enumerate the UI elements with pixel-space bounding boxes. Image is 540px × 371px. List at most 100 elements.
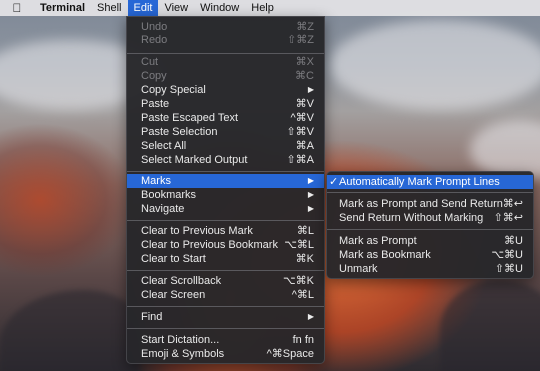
menu-item-copy-special[interactable]: Copy Special ▶	[127, 83, 324, 97]
menu-item-label: Paste Escaped Text	[141, 112, 239, 124]
menu-item-mark-as-bookmark[interactable]: Mark as Bookmark ⌥⌘U	[327, 248, 533, 262]
menu-item-shortcut: ⌥⌘L	[284, 239, 314, 251]
menu-item-navigate[interactable]: Navigate ▶	[127, 202, 324, 216]
menu-item-shortcut: ⌘C	[295, 70, 314, 82]
marks-submenu: ✓ Automatically Mark Prompt Lines Mark a…	[326, 171, 534, 279]
menu-item-label: Clear to Start	[141, 253, 206, 265]
menu-item-find[interactable]: Find ▶	[127, 310, 324, 324]
menu-item-emoji-symbols[interactable]: Emoji & Symbols ^⌘Space	[127, 347, 324, 361]
menu-item-label: Mark as Prompt and Send Return	[339, 198, 503, 210]
menu-item-label: Paste Selection	[141, 126, 218, 138]
menu-item-shortcut: ⇧⌘V	[286, 126, 314, 138]
wallpaper-ridge	[0, 290, 140, 371]
menu-item-clear-scrollback[interactable]: Clear Scrollback ⌥⌘K	[127, 274, 324, 288]
menu-item-select-marked-output[interactable]: Select Marked Output ⇧⌘A	[127, 153, 324, 167]
menu-item-label: Emoji & Symbols	[141, 348, 225, 360]
menu-separator	[327, 229, 533, 230]
menu-separator	[127, 306, 324, 307]
menu-item-shortcut: ⇧⌘Z	[287, 34, 314, 46]
menu-item-undo[interactable]: Undo ⌘Z	[127, 20, 324, 34]
menu-item-shortcut: ⌘U	[504, 235, 523, 247]
menu-item-start-dictation[interactable]: Start Dictation... fn fn	[127, 333, 324, 347]
menu-separator	[127, 53, 324, 54]
menu-item-shortcut: ⌥⌘U	[491, 249, 523, 261]
submenu-arrow-icon: ▶	[307, 204, 314, 213]
menu-item-unmark[interactable]: Unmark ⇧⌘U	[327, 262, 533, 276]
menu-item-label: Bookmarks	[141, 189, 197, 201]
menu-item-paste-selection[interactable]: Paste Selection ⇧⌘V	[127, 125, 324, 139]
menu-item-label: Mark as Prompt	[339, 235, 417, 247]
menu-item-cut[interactable]: Cut ⌘X	[127, 55, 324, 69]
menubar-help[interactable]: Help	[245, 0, 280, 16]
menu-item-label: Undo	[141, 21, 168, 33]
submenu-arrow-icon: ▶	[307, 85, 314, 94]
menu-item-label: Copy	[141, 70, 167, 82]
menu-item-copy[interactable]: Copy ⌘C	[127, 69, 324, 83]
menu-item-label: Cut	[141, 56, 159, 68]
menu-item-paste-escaped[interactable]: Paste Escaped Text ^⌘V	[127, 111, 324, 125]
menu-separator	[327, 192, 533, 193]
menu-item-shortcut: ⇧⌘U	[494, 263, 523, 275]
menu-item-redo[interactable]: Redo ⇧⌘Z	[127, 33, 324, 47]
menu-item-shortcut: ^⌘L	[291, 289, 314, 301]
menu-separator	[127, 220, 324, 221]
menu-item-clear-previous-bookmark[interactable]: Clear to Previous Bookmark ⌥⌘L	[127, 238, 324, 252]
menu-item-shortcut: ⌘V	[295, 98, 314, 110]
menu-item-label: Clear to Previous Bookmark	[141, 239, 278, 251]
menu-item-shortcut: fn fn	[292, 334, 314, 346]
menu-item-shortcut: ⌘Z	[296, 21, 314, 33]
menu-item-label: Select All	[141, 140, 187, 152]
menu-separator	[127, 328, 324, 329]
wallpaper-cloud	[330, 20, 540, 110]
menu-item-shortcut: ⌘L	[296, 225, 314, 237]
menu-item-label: Copy Special	[141, 84, 206, 96]
menubar-window[interactable]: Window	[194, 0, 245, 16]
menubar-edit[interactable]: Edit	[127, 0, 159, 16]
menu-bar:  Terminal Shell Edit View Window Help	[0, 0, 540, 16]
menubar-view[interactable]: View	[158, 0, 194, 16]
menu-item-automatically-mark-prompt-lines[interactable]: ✓ Automatically Mark Prompt Lines	[327, 175, 533, 189]
menu-item-label: Mark as Bookmark	[339, 249, 431, 261]
menu-item-label: Clear Scrollback	[141, 275, 222, 287]
menu-item-send-return-without-marking[interactable]: Send Return Without Marking ⇧⌘↩	[327, 211, 533, 225]
menu-item-clear-previous-mark[interactable]: Clear to Previous Mark ⌘L	[127, 224, 324, 238]
menu-item-label: Paste	[141, 98, 170, 110]
menu-item-label: Clear to Previous Mark	[141, 225, 253, 237]
edit-menu: Undo ⌘Z Redo ⇧⌘Z Cut ⌘X Copy ⌘C Copy Spe…	[126, 16, 325, 364]
menu-item-marks[interactable]: Marks ▶	[127, 174, 324, 188]
menu-item-label: Clear Screen	[141, 289, 206, 301]
menu-item-shortcut: ^⌘Space	[266, 348, 314, 360]
submenu-arrow-icon: ▶	[307, 312, 314, 321]
apple-logo-icon[interactable]: 	[0, 1, 34, 15]
menu-separator	[127, 171, 324, 172]
menu-item-shortcut: ⌥⌘K	[282, 275, 314, 287]
menu-item-shortcut: ⌘K	[295, 253, 314, 265]
menu-item-clear-to-start[interactable]: Clear to Start ⌘K	[127, 252, 324, 266]
submenu-arrow-icon: ▶	[307, 190, 314, 199]
menu-item-label: Unmark	[339, 263, 378, 275]
wallpaper-ridge	[440, 280, 540, 371]
menu-item-label: Send Return Without Marking	[339, 212, 484, 224]
submenu-arrow-icon: ▶	[307, 176, 314, 185]
menu-item-shortcut: ⌘X	[295, 56, 314, 68]
menu-item-clear-screen[interactable]: Clear Screen ^⌘L	[127, 288, 324, 302]
menubar-terminal[interactable]: Terminal	[34, 0, 91, 16]
menu-item-shortcut: ⌘↩	[502, 198, 523, 210]
menu-item-label: Automatically Mark Prompt Lines	[339, 176, 500, 188]
menu-item-bookmarks[interactable]: Bookmarks ▶	[127, 188, 324, 202]
menu-item-mark-as-prompt[interactable]: Mark as Prompt ⌘U	[327, 234, 533, 248]
menu-item-select-all[interactable]: Select All ⌘A	[127, 139, 324, 153]
menu-item-shortcut: ⇧⌘↩	[493, 212, 523, 224]
menu-separator	[127, 270, 324, 271]
checkmark-icon: ✓	[329, 176, 339, 188]
menu-item-label: Marks	[141, 175, 171, 187]
menu-item-mark-prompt-send-return[interactable]: Mark as Prompt and Send Return ⌘↩	[327, 197, 533, 211]
menubar-shell[interactable]: Shell	[91, 0, 127, 16]
menu-item-label: Start Dictation...	[141, 334, 220, 346]
menu-item-shortcut: ⌘A	[295, 140, 314, 152]
menu-item-paste[interactable]: Paste ⌘V	[127, 97, 324, 111]
menu-item-label: Navigate	[141, 203, 185, 215]
menu-item-shortcut: ⇧⌘A	[286, 154, 314, 166]
menu-item-shortcut: ^⌘V	[290, 112, 315, 124]
menu-item-label: Redo	[141, 34, 168, 46]
